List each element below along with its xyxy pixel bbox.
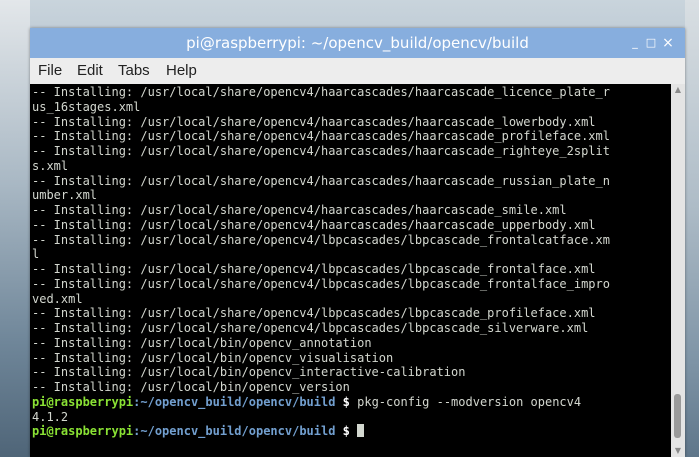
terminal-line: ved.xml xyxy=(32,291,83,306)
terminal-line: -- Installing: /usr/local/share/opencv4/… xyxy=(32,129,610,144)
terminal-line: -- Installing: /usr/local/share/opencv4/… xyxy=(32,276,610,291)
prompt-path: :~/opencv_build/opencv/build xyxy=(133,394,336,409)
terminal-line: -- Installing: /usr/local/share/opencv4/… xyxy=(32,306,596,321)
minimize-icon[interactable]: _ xyxy=(628,36,642,50)
vertical-scrollbar[interactable]: ▲ ▼ xyxy=(671,84,685,457)
terminal-line: -- Installing: /usr/local/share/opencv4/… xyxy=(32,203,567,217)
desktop-background-left xyxy=(0,0,30,457)
menu-tabs[interactable]: Tabs xyxy=(118,58,150,84)
current-input[interactable] xyxy=(350,424,357,438)
current-prompt-user: pi@raspberrypi xyxy=(32,424,134,439)
terminal-output: -- Installing: /usr/local/share/opencv4/… xyxy=(32,85,610,395)
menu-edit[interactable]: Edit xyxy=(77,58,103,84)
desktop-background-right xyxy=(685,0,699,457)
current-prompt-line: pi@raspberrypi:~/opencv_build/opencv/bui… xyxy=(32,424,610,439)
terminal-line: -- Installing: /usr/local/share/opencv4/… xyxy=(32,217,596,232)
text-cursor xyxy=(357,424,365,438)
command-line: pi@raspberrypi:~/opencv_build/opencv/bui… xyxy=(32,395,610,410)
terminal-line: -- Installing: /usr/local/share/opencv4/… xyxy=(32,173,610,188)
scrollbar-thumb[interactable] xyxy=(674,394,681,438)
maximize-icon[interactable]: □ xyxy=(644,36,658,50)
command-output: 4.1.2 xyxy=(32,409,69,424)
close-icon[interactable]: × xyxy=(661,36,675,50)
terminal-line: -- Installing: /usr/local/bin/opencv_int… xyxy=(32,365,466,380)
scroll-down-arrow-icon[interactable]: ▼ xyxy=(671,445,685,457)
terminal-line: -- Installing: /usr/local/bin/opencv_ver… xyxy=(32,380,350,394)
terminal-area[interactable]: -- Installing: /usr/local/share/opencv4/… xyxy=(30,84,671,457)
prompt-user: pi@raspberrypi xyxy=(32,394,134,409)
scroll-up-arrow-icon[interactable]: ▲ xyxy=(671,84,685,96)
prompt-sign: $ xyxy=(335,394,350,409)
terminal-line: s.xml xyxy=(32,158,69,173)
window-title: pi@raspberrypi: ~/opencv_build/opencv/bu… xyxy=(186,34,529,52)
menu-bar: File Edit Tabs Help xyxy=(30,58,685,84)
command-text: pkg-config --modversion opencv4 xyxy=(349,394,582,409)
menu-file[interactable]: File xyxy=(38,58,62,84)
current-prompt-path: :~/opencv_build/opencv/build xyxy=(133,424,336,439)
terminal-line: l xyxy=(32,247,40,262)
menu-help[interactable]: Help xyxy=(166,58,197,84)
terminal-line: -- Installing: /usr/local/share/opencv4/… xyxy=(32,232,610,247)
terminal-line: -- Installing: /usr/local/share/opencv4/… xyxy=(32,262,596,276)
terminal-line: umber.xml xyxy=(32,188,98,203)
terminal-line: -- Installing: /usr/local/bin/opencv_vis… xyxy=(32,350,394,365)
terminal-line: -- Installing: /usr/local/bin/opencv_ann… xyxy=(32,335,372,350)
terminal-line: us_16stages.xml xyxy=(32,99,141,114)
terminal-line: -- Installing: /usr/local/share/opencv4/… xyxy=(32,85,610,99)
terminal-line: -- Installing: /usr/local/share/opencv4/… xyxy=(32,321,589,335)
terminal-lines: -- Installing: /usr/local/share/opencv4/… xyxy=(32,85,610,439)
current-prompt-sign: $ xyxy=(335,424,350,439)
terminal-line: -- Installing: /usr/local/share/opencv4/… xyxy=(32,144,610,158)
title-bar[interactable]: pi@raspberrypi: ~/opencv_build/opencv/bu… xyxy=(30,28,685,58)
terminal-window: pi@raspberrypi: ~/opencv_build/opencv/bu… xyxy=(30,28,685,457)
terminal-line: -- Installing: /usr/local/share/opencv4/… xyxy=(32,114,596,129)
